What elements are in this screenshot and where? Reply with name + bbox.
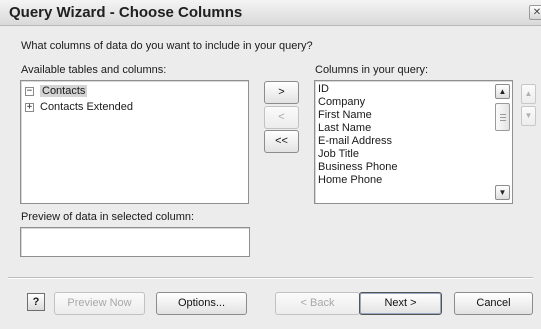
expand-icon[interactable]: + [25, 102, 34, 112]
list-item[interactable]: Business Phone [318, 161, 398, 174]
tree-item-contacts[interactable]: − Contacts [25, 84, 88, 98]
list-item-partial [318, 187, 321, 200]
window-title: Query Wizard - Choose Columns [9, 4, 243, 21]
remove-column-button[interactable]: < [264, 106, 299, 129]
scrollbar-thumb[interactable] [495, 103, 510, 131]
list-item[interactable]: ID [318, 83, 329, 96]
tree-item-contacts-extended[interactable]: + Contacts Extended [25, 100, 133, 114]
columns-in-query-label: Columns in your query: [315, 64, 429, 76]
cancel-button[interactable]: Cancel [454, 292, 533, 315]
collapse-icon[interactable]: − [25, 86, 34, 96]
tree-item-label: Contacts [40, 85, 88, 97]
title-bar: Query Wizard - Choose Columns ✕ [0, 0, 541, 26]
scroll-down-arrow-icon[interactable]: ▼ [495, 185, 510, 200]
move-up-icon[interactable]: ▲ [521, 84, 536, 104]
list-item[interactable]: Last Name [318, 122, 371, 135]
preview-label: Preview of data in selected column: [21, 211, 195, 223]
add-column-button[interactable]: > [264, 81, 299, 104]
back-button[interactable]: < Back [275, 292, 360, 315]
preview-data-field[interactable] [20, 227, 250, 257]
next-button[interactable]: Next > [359, 292, 442, 315]
columns-in-query-list[interactable]: ID Company First Name Last Name E-mail A… [314, 80, 513, 204]
list-item[interactable]: Company [318, 96, 365, 109]
available-tables-label: Available tables and columns: [21, 64, 167, 76]
tree-item-label: Contacts Extended [40, 101, 133, 113]
footer-divider [8, 277, 533, 279]
list-item[interactable]: Home Phone [318, 174, 382, 187]
prompt-text: What columns of data do you want to incl… [21, 40, 313, 52]
options-button[interactable]: Options... [156, 292, 247, 315]
close-icon[interactable]: ✕ [529, 5, 541, 20]
remove-all-columns-button[interactable]: << [264, 130, 299, 153]
list-item[interactable]: First Name [318, 109, 372, 122]
scroll-up-arrow-icon[interactable]: ▲ [495, 84, 510, 99]
list-item[interactable]: E-mail Address [318, 135, 392, 148]
query-wizard-dialog: Query Wizard - Choose Columns ✕ What col… [0, 0, 541, 329]
move-down-icon[interactable]: ▼ [521, 106, 536, 126]
available-tables-tree[interactable]: − Contacts + Contacts Extended [20, 80, 249, 204]
help-icon[interactable]: ? [27, 293, 45, 311]
list-item[interactable]: Job Title [318, 148, 359, 161]
preview-now-button[interactable]: Preview Now [54, 292, 145, 315]
